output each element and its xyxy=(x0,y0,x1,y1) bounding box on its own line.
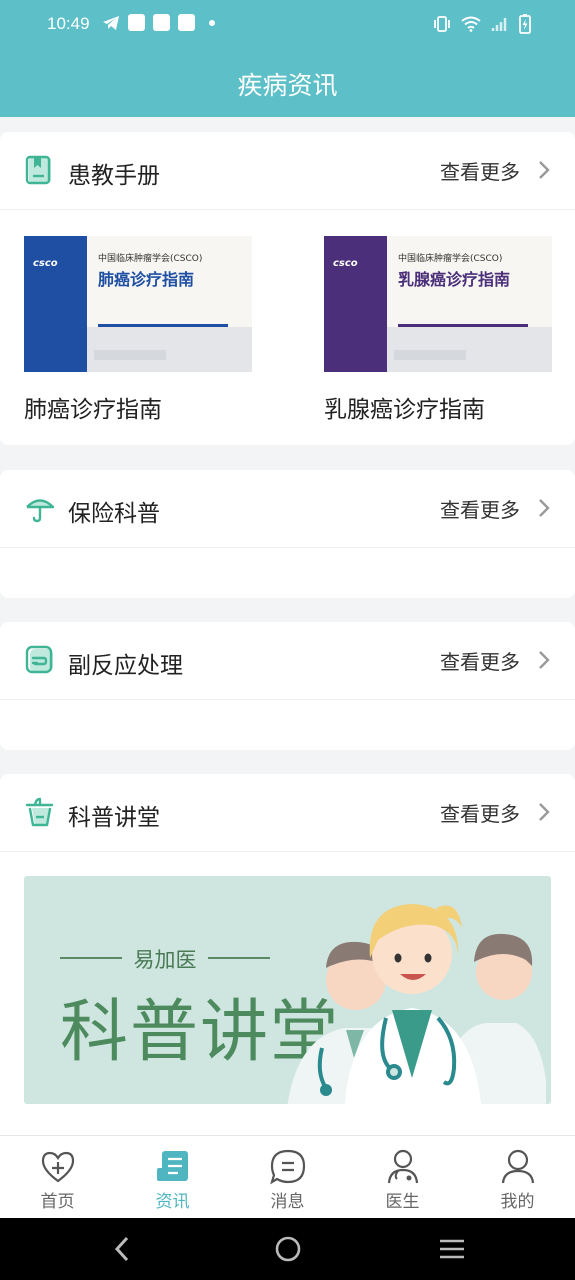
handbook-title: 患教手册 xyxy=(68,163,160,189)
chevron-right-icon[interactable] xyxy=(537,159,551,181)
system-navigation-bar xyxy=(0,1218,575,1280)
tab-home-label: 首页 xyxy=(40,1192,75,1212)
lecture-header[interactable]: 科普讲堂 查看更多 xyxy=(0,774,575,852)
doctors-illustration xyxy=(287,904,546,1104)
tab-doctors-label: 医生 xyxy=(385,1192,420,1212)
more-notifications-icon xyxy=(209,19,215,26)
cover-footer-bar xyxy=(394,350,466,360)
insurance-see-more[interactable]: 查看更多 xyxy=(440,494,520,523)
notification-icons xyxy=(102,14,215,31)
csco-logo: csco xyxy=(33,258,58,269)
back-icon[interactable] xyxy=(112,1235,132,1263)
telegram-icon xyxy=(103,15,119,30)
lecture-banner[interactable]: 易加医 科普讲堂 xyxy=(24,876,551,1104)
side-effects-section: 副反应处理 查看更多 xyxy=(0,622,575,750)
book-title: 肺癌诊疗指南 xyxy=(24,397,162,423)
tab-home[interactable]: 首页 xyxy=(0,1136,115,1218)
app-bar: 10:49 疾病资讯 xyxy=(0,0,575,117)
signal-icon xyxy=(491,18,507,31)
battery-charging-icon xyxy=(519,14,531,34)
bottom-tab-bar: 首页 资讯 消息 医生 我的 xyxy=(0,1135,575,1218)
podium-icon xyxy=(25,797,54,827)
system-icons xyxy=(433,14,531,34)
profile-icon xyxy=(501,1149,534,1184)
csco-logo: csco xyxy=(333,258,358,269)
chevron-right-icon[interactable] xyxy=(537,801,551,823)
book-cover: csco 中国临床肿瘤学会(CSCO) 肺癌诊疗指南 xyxy=(24,236,252,372)
book-title: 乳腺癌诊疗指南 xyxy=(324,397,485,423)
status-time: 10:49 xyxy=(47,14,90,33)
insurance-header[interactable]: 保险科普 查看更多 xyxy=(0,470,575,548)
tab-profile[interactable]: 我的 xyxy=(460,1136,575,1218)
tab-doctors[interactable]: 医生 xyxy=(345,1136,460,1218)
shopping-bag-icon xyxy=(178,14,195,31)
chevron-right-icon[interactable] xyxy=(537,649,551,671)
tab-messages-label: 消息 xyxy=(270,1192,305,1212)
message-icon xyxy=(269,1149,305,1185)
book-cover: csco 中国临床肿瘤学会(CSCO) 乳腺癌诊疗指南 xyxy=(324,236,552,372)
umbrella-icon xyxy=(26,499,55,523)
insurance-section: 保险科普 查看更多 xyxy=(0,470,575,598)
book-card-lung[interactable]: csco 中国临床肿瘤学会(CSCO) 肺癌诊疗指南 肺癌诊疗指南 xyxy=(24,236,252,424)
recents-menu-icon[interactable] xyxy=(438,1235,466,1263)
tab-news-label: 资讯 xyxy=(155,1192,190,1212)
status-bar: 10:49 xyxy=(0,10,575,40)
chevron-right-icon[interactable] xyxy=(537,497,551,519)
handbook-icon xyxy=(25,155,51,185)
lecture-see-more[interactable]: 查看更多 xyxy=(440,798,520,827)
handbook-section: 患教手册 查看更多 csco 中国临床肿瘤学会(CSCO) 肺癌诊疗指南 肺癌诊… xyxy=(0,132,575,445)
page-title: 疾病资讯 xyxy=(237,71,338,100)
vibrate-icon xyxy=(434,16,450,32)
lecture-title: 科普讲堂 xyxy=(68,805,160,831)
insurance-title: 保险科普 xyxy=(68,501,160,527)
home-circle-icon[interactable] xyxy=(274,1235,302,1263)
shopping-bag-icon xyxy=(153,14,170,31)
cover-organization: 中国临床肿瘤学会(CSCO) xyxy=(98,254,203,264)
cover-organization: 中国临床肿瘤学会(CSCO) xyxy=(398,254,503,264)
cover-spine xyxy=(324,236,387,372)
shopping-bag-icon xyxy=(128,14,145,31)
lecture-section: 科普讲堂 查看更多 易加医 科普讲堂 xyxy=(0,774,575,1144)
book-card-breast[interactable]: csco 中国临床肿瘤学会(CSCO) 乳腺癌诊疗指南 乳腺癌诊疗指南 xyxy=(324,236,552,424)
tab-messages[interactable]: 消息 xyxy=(230,1136,345,1218)
doctor-icon xyxy=(387,1149,418,1184)
side-effects-header[interactable]: 副反应处理 查看更多 xyxy=(0,622,575,700)
side-effects-icon xyxy=(25,645,53,674)
cover-title: 肺癌诊疗指南 xyxy=(98,270,195,289)
side-effects-see-more[interactable]: 查看更多 xyxy=(440,646,520,675)
heart-cross-icon xyxy=(41,1151,74,1183)
handbook-header[interactable]: 患教手册 查看更多 xyxy=(0,132,575,210)
side-effects-title: 副反应处理 xyxy=(68,653,183,679)
tab-profile-label: 我的 xyxy=(500,1192,535,1212)
tab-news[interactable]: 资讯 xyxy=(115,1136,230,1218)
cover-title: 乳腺癌诊疗指南 xyxy=(398,270,511,289)
cover-footer-bar xyxy=(94,350,166,360)
wifi-icon xyxy=(461,16,481,32)
banner-brand: 易加医 xyxy=(60,944,270,974)
cover-spine xyxy=(24,236,87,372)
handbook-see-more[interactable]: 查看更多 xyxy=(440,156,520,185)
news-icon xyxy=(156,1151,188,1181)
